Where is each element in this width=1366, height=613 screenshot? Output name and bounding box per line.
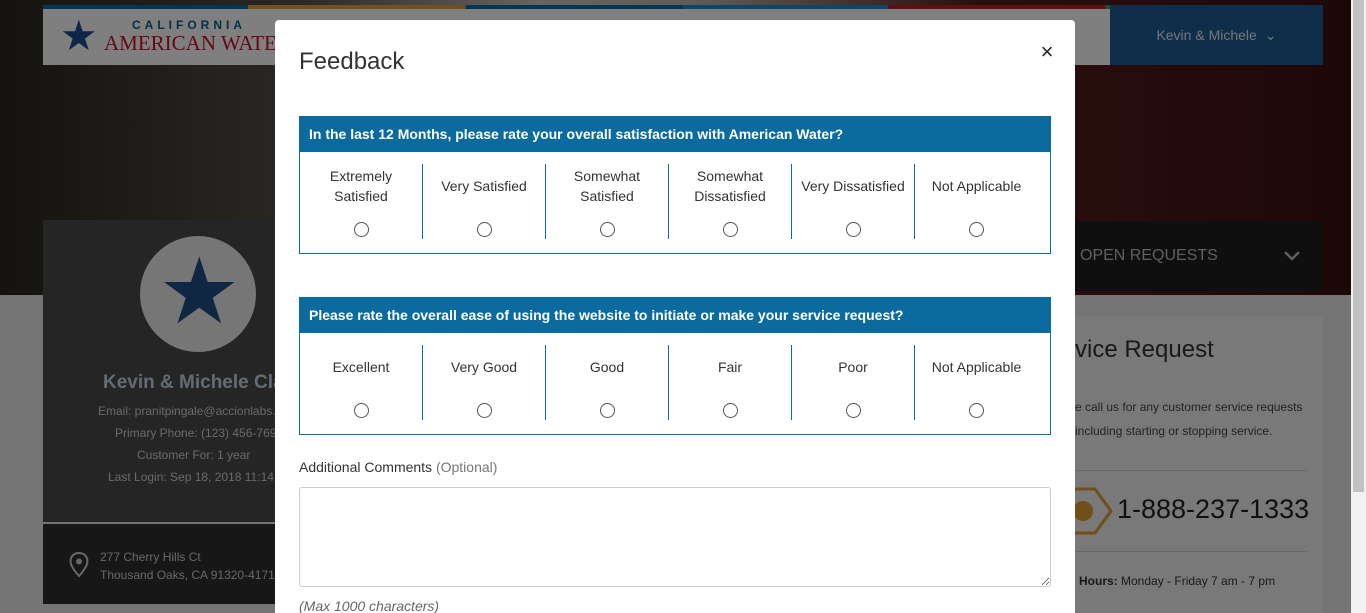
rating-option: Extremely Satisfied: [300, 164, 423, 239]
rating-option: Somewhat Dissatisfied: [669, 164, 792, 239]
rating-option: Fair: [669, 345, 792, 420]
option-label: Very Dissatisfied: [801, 178, 905, 194]
radio-good[interactable]: [600, 403, 615, 418]
option-label: Excellent: [332, 359, 390, 375]
rating-option: Very Dissatisfied: [792, 164, 915, 239]
radio-very-dissatisfied[interactable]: [846, 222, 861, 237]
option-label: Not Applicable: [931, 359, 1022, 375]
rating-option: Somewhat Satisfied: [546, 164, 669, 239]
close-icon[interactable]: ×: [1035, 40, 1059, 64]
modal-title: Feedback: [299, 48, 405, 75]
radio-somewhat-satisfied[interactable]: [600, 222, 615, 237]
scrollbar-thumb[interactable]: [1353, 0, 1364, 492]
question-text: Please rate the overall ease of using th…: [300, 298, 1050, 333]
radio-very-satisfied[interactable]: [477, 222, 492, 237]
radio-extremely-satisfied[interactable]: [354, 222, 369, 237]
rating-option: Very Satisfied: [423, 164, 546, 239]
max-characters-note: (Max 1000 characters): [299, 598, 440, 613]
rating-options: Extremely Satisfied Very Satisfied Somew…: [300, 164, 1050, 239]
question-text: In the last 12 Months, please rate your …: [300, 117, 1050, 152]
question-satisfaction: In the last 12 Months, please rate your …: [299, 116, 1051, 254]
radio-poor[interactable]: [846, 403, 861, 418]
option-label: Not Applicable: [931, 178, 1022, 194]
option-label: Extremely Satisfied: [329, 168, 393, 204]
optional-hint: (Optional): [435, 459, 498, 475]
radio-very-good[interactable]: [477, 403, 492, 418]
radio-somewhat-dissatisfied[interactable]: [723, 222, 738, 237]
comments-textarea[interactable]: [299, 487, 1051, 587]
option-label: Fair: [717, 359, 743, 375]
option-label: Poor: [838, 359, 868, 375]
option-label: Very Satisfied: [441, 178, 527, 194]
radio-fair[interactable]: [723, 403, 738, 418]
option-label: Very Good: [450, 359, 518, 375]
rating-options: Excellent Very Good Good Fair Poor Not A…: [300, 345, 1050, 420]
option-label: Somewhat Dissatisfied: [694, 168, 766, 204]
comments-label: Additional Comments (Optional): [299, 459, 497, 475]
question-website-ease: Please rate the overall ease of using th…: [299, 297, 1051, 435]
option-label: Somewhat Satisfied: [573, 168, 641, 204]
rating-option: Good: [546, 345, 669, 420]
radio-excellent[interactable]: [354, 403, 369, 418]
comments-label-text: Additional Comments: [299, 459, 433, 475]
option-label: Good: [589, 359, 625, 375]
rating-option: Poor: [792, 345, 915, 420]
radio-not-applicable[interactable]: [969, 222, 984, 237]
rating-option: Not Applicable: [915, 345, 1038, 420]
rating-option: Not Applicable: [915, 164, 1038, 239]
rating-option: Very Good: [423, 345, 546, 420]
feedback-modal: Feedback × In the last 12 Months, please…: [275, 20, 1075, 613]
rating-option: Excellent: [300, 345, 423, 420]
radio-not-applicable[interactable]: [969, 403, 984, 418]
